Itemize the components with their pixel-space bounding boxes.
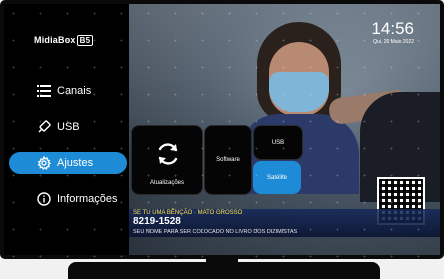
tile-usb[interactable]: USB: [253, 125, 303, 160]
tile-updates[interactable]: Atualizações: [131, 125, 203, 195]
list-icon: [36, 83, 52, 99]
gear-icon: [36, 155, 52, 171]
tile-software-label: Software: [216, 157, 240, 163]
sidebar: MidiaBox B5 Canais USB Ajustes Informaçõ…: [4, 4, 129, 255]
sidebar-item-usb[interactable]: USB: [9, 116, 127, 138]
tile-satellite[interactable]: Satélite: [253, 161, 301, 194]
clock-date: Qui, 26 Maio 2022: [373, 39, 414, 45]
tile-satellite-label: Satélite: [266, 175, 287, 181]
refresh-icon: [155, 141, 181, 172]
news-ticker: SE TU UMA BÊNÇÃO · MATO GROSSO 8219-1528…: [129, 209, 440, 237]
tv-frame: SE TU UMA BÊNÇÃO · MATO GROSSO 8219-1528…: [0, 0, 444, 259]
sidebar-item-label: USB: [57, 121, 80, 133]
usb-icon: [36, 119, 52, 135]
brand-logo: MidiaBox B5: [34, 35, 94, 46]
tv-screen: SE TU UMA BÊNÇÃO · MATO GROSSO 8219-1528…: [4, 4, 440, 255]
sidebar-item-label: Informações: [57, 193, 118, 205]
tile-software[interactable]: Software: [204, 125, 252, 195]
ticker-phone: 8219-1528: [133, 216, 181, 227]
sidebar-item-canais[interactable]: Canais: [9, 80, 127, 102]
sidebar-item-ajustes[interactable]: Ajustes: [9, 152, 127, 174]
ticker-line-3: SEU NOME PARA SER COLOCADO NO LIVRO DOS …: [133, 229, 298, 235]
sidebar-item-informacoes[interactable]: Informações: [9, 188, 127, 210]
tile-updates-label: Atualizações: [149, 180, 185, 186]
person-mask: [269, 72, 329, 112]
sidebar-item-label: Ajustes: [57, 157, 94, 169]
clock: 14:56 Qui, 26 Maio 2022: [371, 19, 414, 46]
tile-usb-label: USB: [271, 140, 285, 146]
logo-badge: B5: [76, 35, 94, 46]
clock-time: 14:56: [371, 19, 414, 38]
tv-stand: [68, 262, 380, 279]
sidebar-item-label: Canais: [57, 85, 92, 97]
logo-text: MidiaBox: [34, 35, 76, 45]
info-icon: [36, 191, 52, 207]
